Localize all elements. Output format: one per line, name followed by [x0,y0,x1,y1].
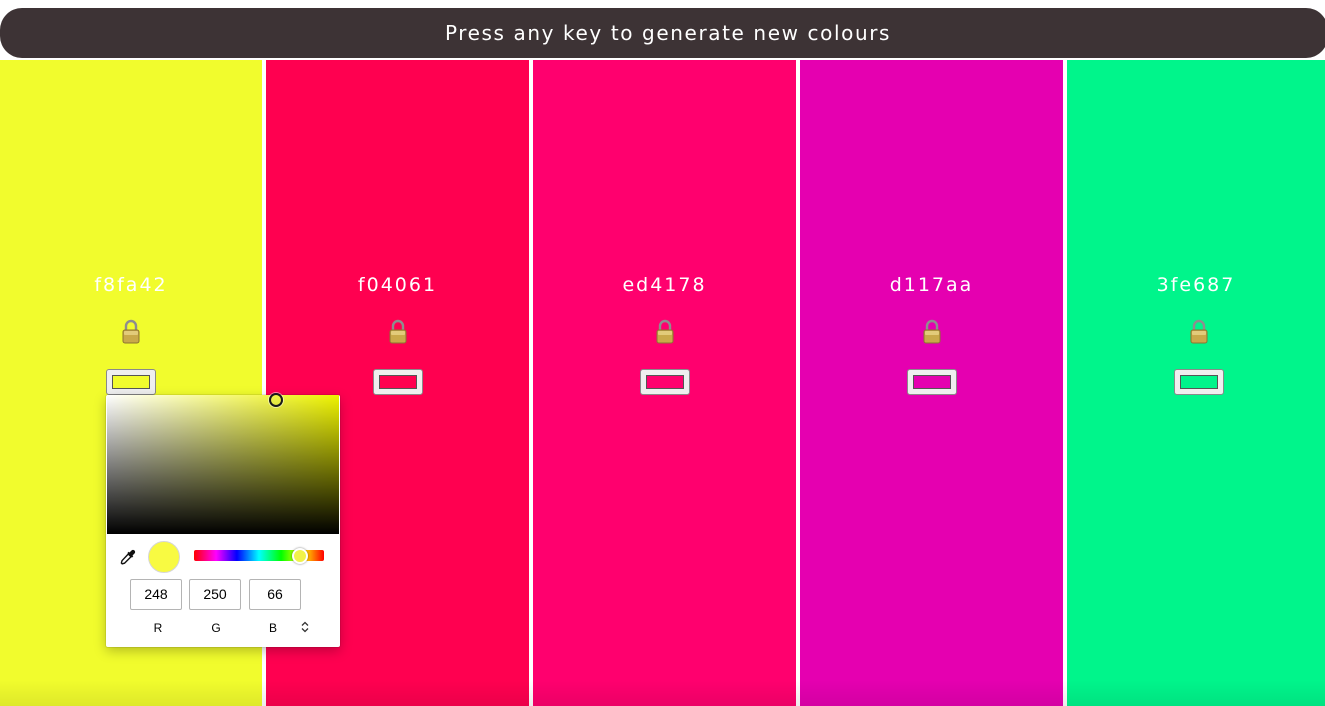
hex-code-label: d117aa [889,274,974,296]
color-swatch-5[interactable]: 3fe687 [1067,60,1325,706]
saturation-handle[interactable] [269,393,283,407]
blue-channel-label: B [268,621,277,635]
lock-icon[interactable] [121,318,141,344]
red-channel-label: R [153,621,163,635]
hex-code-label: ed4178 [622,274,707,296]
green-channel-label: G [211,621,221,635]
lock-icon[interactable] [1189,318,1209,344]
color-input[interactable] [106,369,156,395]
color-input-chip [1180,375,1218,389]
color-input-chip [112,375,150,389]
mode-toggle-icon[interactable] [299,620,311,634]
eyedropper-icon[interactable] [120,549,136,565]
color-input-chip [646,375,684,389]
red-channel-input[interactable]: 248 [130,579,182,610]
color-picker-popup: 248 250 66 R G B [106,393,340,647]
saturation-area[interactable] [107,393,339,534]
hex-code-label: f8fa42 [94,274,168,296]
color-input[interactable] [373,369,423,395]
lock-icon[interactable] [388,318,408,344]
bottom-shadow [0,680,1325,706]
hue-slider-handle[interactable] [292,548,308,564]
green-channel-input[interactable]: 250 [189,579,241,610]
color-input[interactable] [907,369,957,395]
selected-color-preview [148,541,180,573]
color-input[interactable] [1174,369,1224,395]
color-input-chip [379,375,417,389]
blue-channel-input[interactable]: 66 [249,579,301,610]
lock-icon[interactable] [922,318,942,344]
hex-code-label: f04061 [357,274,438,296]
lock-icon[interactable] [655,318,675,344]
color-swatch-4[interactable]: d117aa [800,60,1063,706]
instructions-text: Press any key to generate new colours [444,21,892,45]
hex-code-label: 3fe687 [1156,274,1236,296]
color-swatch-3[interactable]: ed4178 [533,60,796,706]
color-input-chip [913,375,951,389]
color-input[interactable] [640,369,690,395]
instructions-banner: Press any key to generate new colours [0,8,1325,58]
